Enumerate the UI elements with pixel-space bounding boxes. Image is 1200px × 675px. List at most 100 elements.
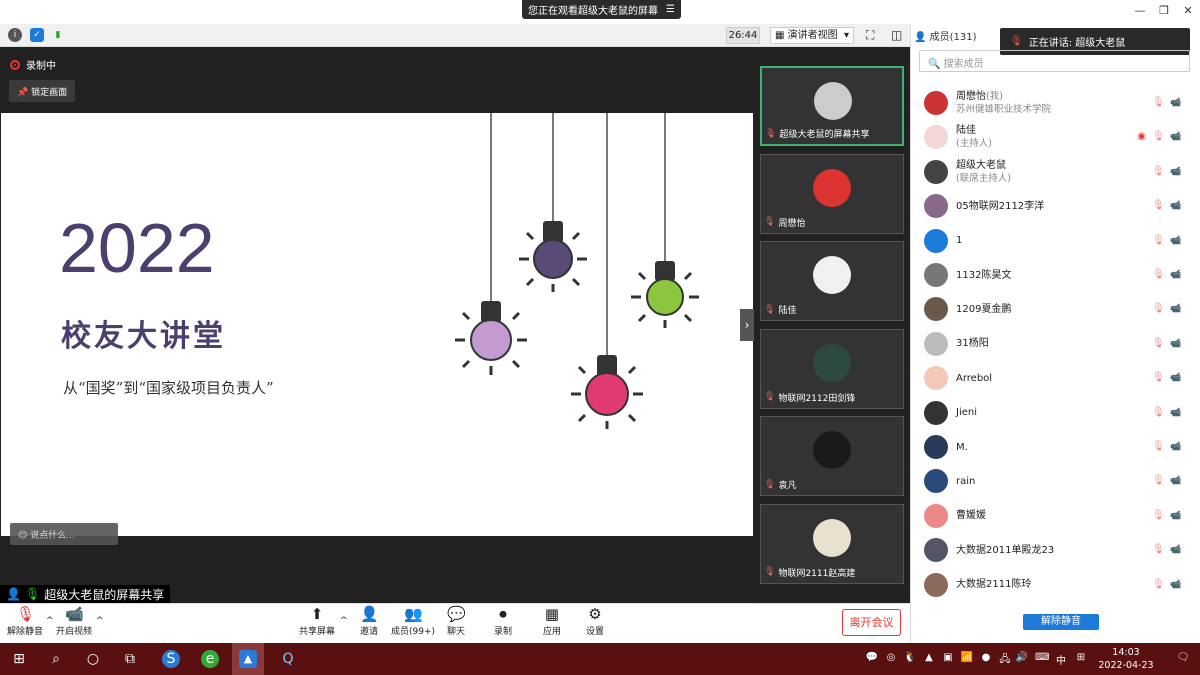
video-tile[interactable]: 🎙 物联网2112田剑锋	[760, 328, 904, 409]
notification-icon[interactable]: 🗨	[1176, 652, 1190, 663]
video-off-icon[interactable]: 📹	[1170, 303, 1182, 315]
member-row[interactable]: rain 🎙 📹	[914, 464, 1194, 498]
video-off-icon[interactable]: 📹	[1170, 166, 1182, 178]
tencent-meeting-tray-icon[interactable]: ▲	[922, 652, 936, 663]
video-tile[interactable]: 🎙 陆佳	[760, 241, 904, 321]
taskbar-clock[interactable]: 14:03 2022-04-23	[1094, 646, 1158, 672]
meeting-app-taskbar-item[interactable]: ▲	[232, 643, 264, 675]
settings-button[interactable]: ⚙ 设置	[570, 606, 620, 637]
member-row[interactable]: 1132陈昊文 🎙 📹	[914, 258, 1194, 292]
close-button[interactable]: ✕	[1181, 4, 1195, 18]
member-row[interactable]: 31杨阳 🎙 📹	[914, 327, 1194, 361]
network-icon[interactable]: 🖧	[998, 652, 1012, 669]
muted-mic-icon[interactable]: 🎙	[1152, 544, 1165, 556]
invite-button[interactable]: 👤 邀请	[344, 606, 394, 637]
muted-mic-icon[interactable]: 🎙	[1152, 441, 1165, 453]
windows-start-icon[interactable]: ⊞	[10, 650, 28, 668]
video-off-icon[interactable]: 📹	[1170, 338, 1182, 350]
unmute-all-button[interactable]: 解除静音	[1023, 614, 1099, 630]
muted-mic-icon[interactable]: 🎙	[1152, 372, 1165, 384]
video-off-icon[interactable]: 📹	[1170, 269, 1182, 281]
video-off-icon[interactable]: 📹	[1170, 131, 1182, 143]
video-off-icon[interactable]: 📹	[1170, 200, 1182, 212]
member-row[interactable]: 1209夏金鹏 🎙 📹	[914, 292, 1194, 326]
lock-view-button[interactable]: 📌 锁定画面	[9, 80, 76, 102]
input-method-icon[interactable]: ⌨	[1035, 652, 1049, 663]
member-search-input[interactable]: 🔍 搜索成员	[919, 50, 1190, 72]
share-label: 👤 🎙 超级大老鼠的屏幕共享	[0, 585, 171, 603]
leave-meeting-button[interactable]: 离开会议	[842, 609, 901, 636]
collapse-strip-button[interactable]: ›	[740, 309, 754, 341]
browser-app-icon[interactable]: S	[162, 650, 180, 668]
ime-mode-icon[interactable]: ⊞	[1074, 652, 1088, 663]
muted-mic-icon[interactable]: 🎙	[1152, 407, 1165, 419]
360-browser-icon[interactable]: e	[201, 650, 219, 668]
info-icon[interactable]: i	[8, 28, 22, 42]
tray-app-icon[interactable]: ●	[979, 652, 993, 663]
fullscreen-icon[interactable]: ⛶	[866, 28, 874, 43]
volume-icon[interactable]: 🔊	[1015, 652, 1029, 663]
muted-mic-icon[interactable]: 🎙	[1152, 303, 1165, 315]
member-row[interactable]: 大数据2111陈玲 🎙 📹	[914, 568, 1194, 602]
muted-mic-icon[interactable]: 🎙	[1152, 131, 1165, 143]
muted-mic-icon[interactable]: 🎙	[1152, 235, 1165, 247]
member-row[interactable]: 曹媛媛 🎙 📹	[914, 499, 1194, 533]
video-off-icon[interactable]: 📹	[1170, 97, 1182, 109]
muted-mic-icon[interactable]: 🎙	[1152, 579, 1165, 591]
cortana-icon[interactable]: ○	[84, 650, 102, 668]
chat-quick-input[interactable]: ☺ 说点什么...	[10, 523, 118, 545]
wifi-icon[interactable]: 📶	[960, 652, 974, 663]
task-view-icon[interactable]: ⧉	[121, 650, 139, 668]
search-icon[interactable]: ⌕	[47, 650, 65, 668]
video-off-icon[interactable]: 📹	[1170, 407, 1182, 419]
video-off-icon[interactable]: 📹	[1170, 579, 1182, 591]
chevron-up-icon[interactable]: ^	[96, 616, 104, 626]
start-video-button[interactable]: 📹 开启视频	[49, 606, 99, 637]
video-tile[interactable]: 🎙 袁凡	[760, 416, 904, 496]
viewing-banner[interactable]: 您正在观看超级大老鼠的屏幕 ☰	[522, 0, 681, 19]
minimize-button[interactable]: —	[1133, 4, 1147, 18]
menu-icon[interactable]: ☰	[666, 4, 675, 15]
video-tile[interactable]: 🎙 周懋怡	[760, 153, 904, 234]
member-row[interactable]: 陆佳 (主持人) ◉ 🎙 📹	[914, 120, 1194, 154]
qq-icon[interactable]: 🐧	[903, 652, 917, 663]
video-tile[interactable]: 🎙 超级大老鼠的屏幕共享	[760, 66, 904, 146]
member-row[interactable]: M. 🎙 📹	[914, 430, 1194, 464]
share-screen-button[interactable]: ⬆ 共享屏幕	[292, 606, 342, 637]
member-row[interactable]: Arrebol 🎙 📹	[914, 361, 1194, 395]
muted-mic-icon[interactable]: 🎙	[1152, 97, 1165, 109]
wechat-icon[interactable]: 💬	[865, 652, 879, 663]
member-row[interactable]: Jieni 🎙 📹	[914, 396, 1194, 430]
muted-mic-icon[interactable]: 🎙	[1152, 200, 1165, 212]
ime-indicator[interactable]: 中	[1053, 652, 1069, 667]
member-row[interactable]: 大数据2011单殿龙23 🎙 📹	[914, 533, 1194, 567]
video-off-icon[interactable]: 📹	[1170, 544, 1182, 556]
unmute-button[interactable]: 🎙 解除静音	[0, 606, 50, 637]
video-off-icon[interactable]: 📹	[1170, 235, 1182, 247]
muted-mic-icon[interactable]: 🎙	[1152, 166, 1165, 178]
muted-mic-icon[interactable]: 🎙	[1152, 269, 1165, 281]
view-select[interactable]: ▦ 演讲者视图 ▾	[770, 27, 854, 44]
video-off-icon[interactable]: 📹	[1170, 475, 1182, 487]
member-row[interactable]: 超级大老鼠 (联席主持人) 🎙 📹	[914, 155, 1194, 189]
member-row[interactable]: 05物联网2112李洋 🎙 📹	[914, 189, 1194, 223]
restore-button[interactable]: ❐	[1157, 4, 1171, 18]
video-off-icon[interactable]: 📹	[1170, 441, 1182, 453]
tray-app-icon[interactable]: ◎	[884, 652, 898, 663]
member-row[interactable]: 周懋怡(我) 苏州健雄职业技术学院 🎙 📹	[914, 86, 1194, 120]
video-off-icon[interactable]: 📹	[1170, 510, 1182, 522]
muted-mic-icon: 🎙	[765, 128, 777, 139]
muted-mic-icon[interactable]: 🎙	[1152, 338, 1165, 350]
muted-mic-icon[interactable]: 🎙	[1152, 475, 1165, 487]
video-tile[interactable]: 🎙 物联网2111赵高建	[760, 503, 904, 584]
qq-browser-icon[interactable]: Q	[279, 650, 297, 668]
signal-icon[interactable]: ▮	[51, 28, 65, 42]
panel-toggle-icon[interactable]: ◫	[891, 28, 902, 42]
muted-mic-icon[interactable]: 🎙	[1152, 510, 1165, 522]
video-off-icon[interactable]: 📹	[1170, 372, 1182, 384]
chat-button[interactable]: 💬 聊天	[431, 606, 481, 637]
record-button[interactable]: ⏺ 录制	[478, 606, 528, 637]
tray-app-icon[interactable]: ▣	[941, 652, 955, 663]
member-row[interactable]: 1 🎙 📹	[914, 224, 1194, 258]
shield-icon[interactable]: ✓	[30, 28, 44, 42]
